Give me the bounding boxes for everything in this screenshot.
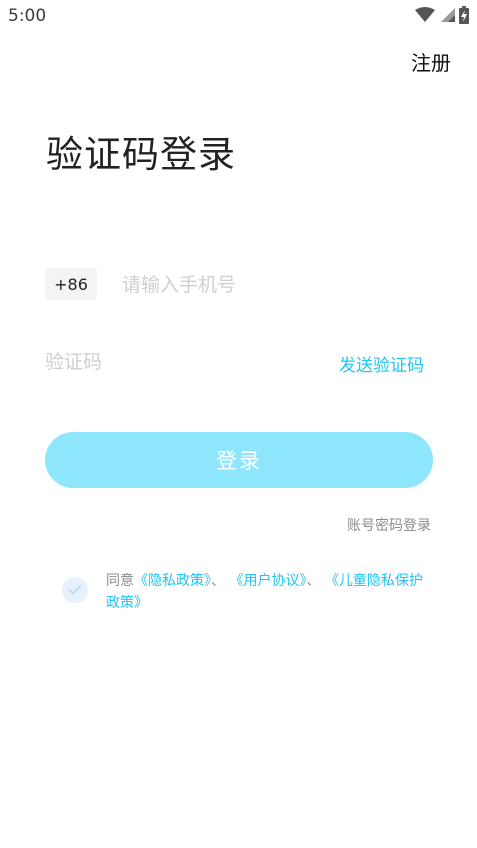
page-title: 验证码登录 (46, 133, 236, 176)
status-time: 5:00 (8, 6, 47, 26)
verification-code-input[interactable] (45, 347, 295, 377)
send-code-button[interactable]: 发送验证码 (339, 351, 424, 376)
password-login-link[interactable]: 账号密码登录 (347, 515, 431, 535)
agreement-separator: 、 (211, 573, 225, 589)
country-code-selector[interactable]: +86 (45, 268, 97, 300)
agreement-checkbox[interactable] (62, 577, 88, 603)
agreement-prefix: 同意 (106, 573, 134, 589)
agreement-separator: 、 (306, 573, 321, 589)
checkmark-icon (68, 581, 82, 600)
register-link[interactable]: 注册 (411, 47, 451, 76)
login-button[interactable]: 登录 (45, 432, 433, 488)
phone-input[interactable] (122, 270, 422, 300)
battery-charging-icon (459, 6, 469, 28)
wifi-icon (415, 7, 435, 27)
cell-signal-icon (439, 7, 455, 27)
privacy-policy-link[interactable]: 《隐私政策》 (134, 573, 211, 589)
agreement-text: 同意《隐私政策》、 《用户协议》、 《儿童隐私保护政策》 (106, 570, 436, 614)
status-bar: 5:00 (0, 0, 477, 32)
user-agreement-link[interactable]: 《用户协议》 (229, 573, 306, 589)
status-icons (415, 6, 469, 28)
